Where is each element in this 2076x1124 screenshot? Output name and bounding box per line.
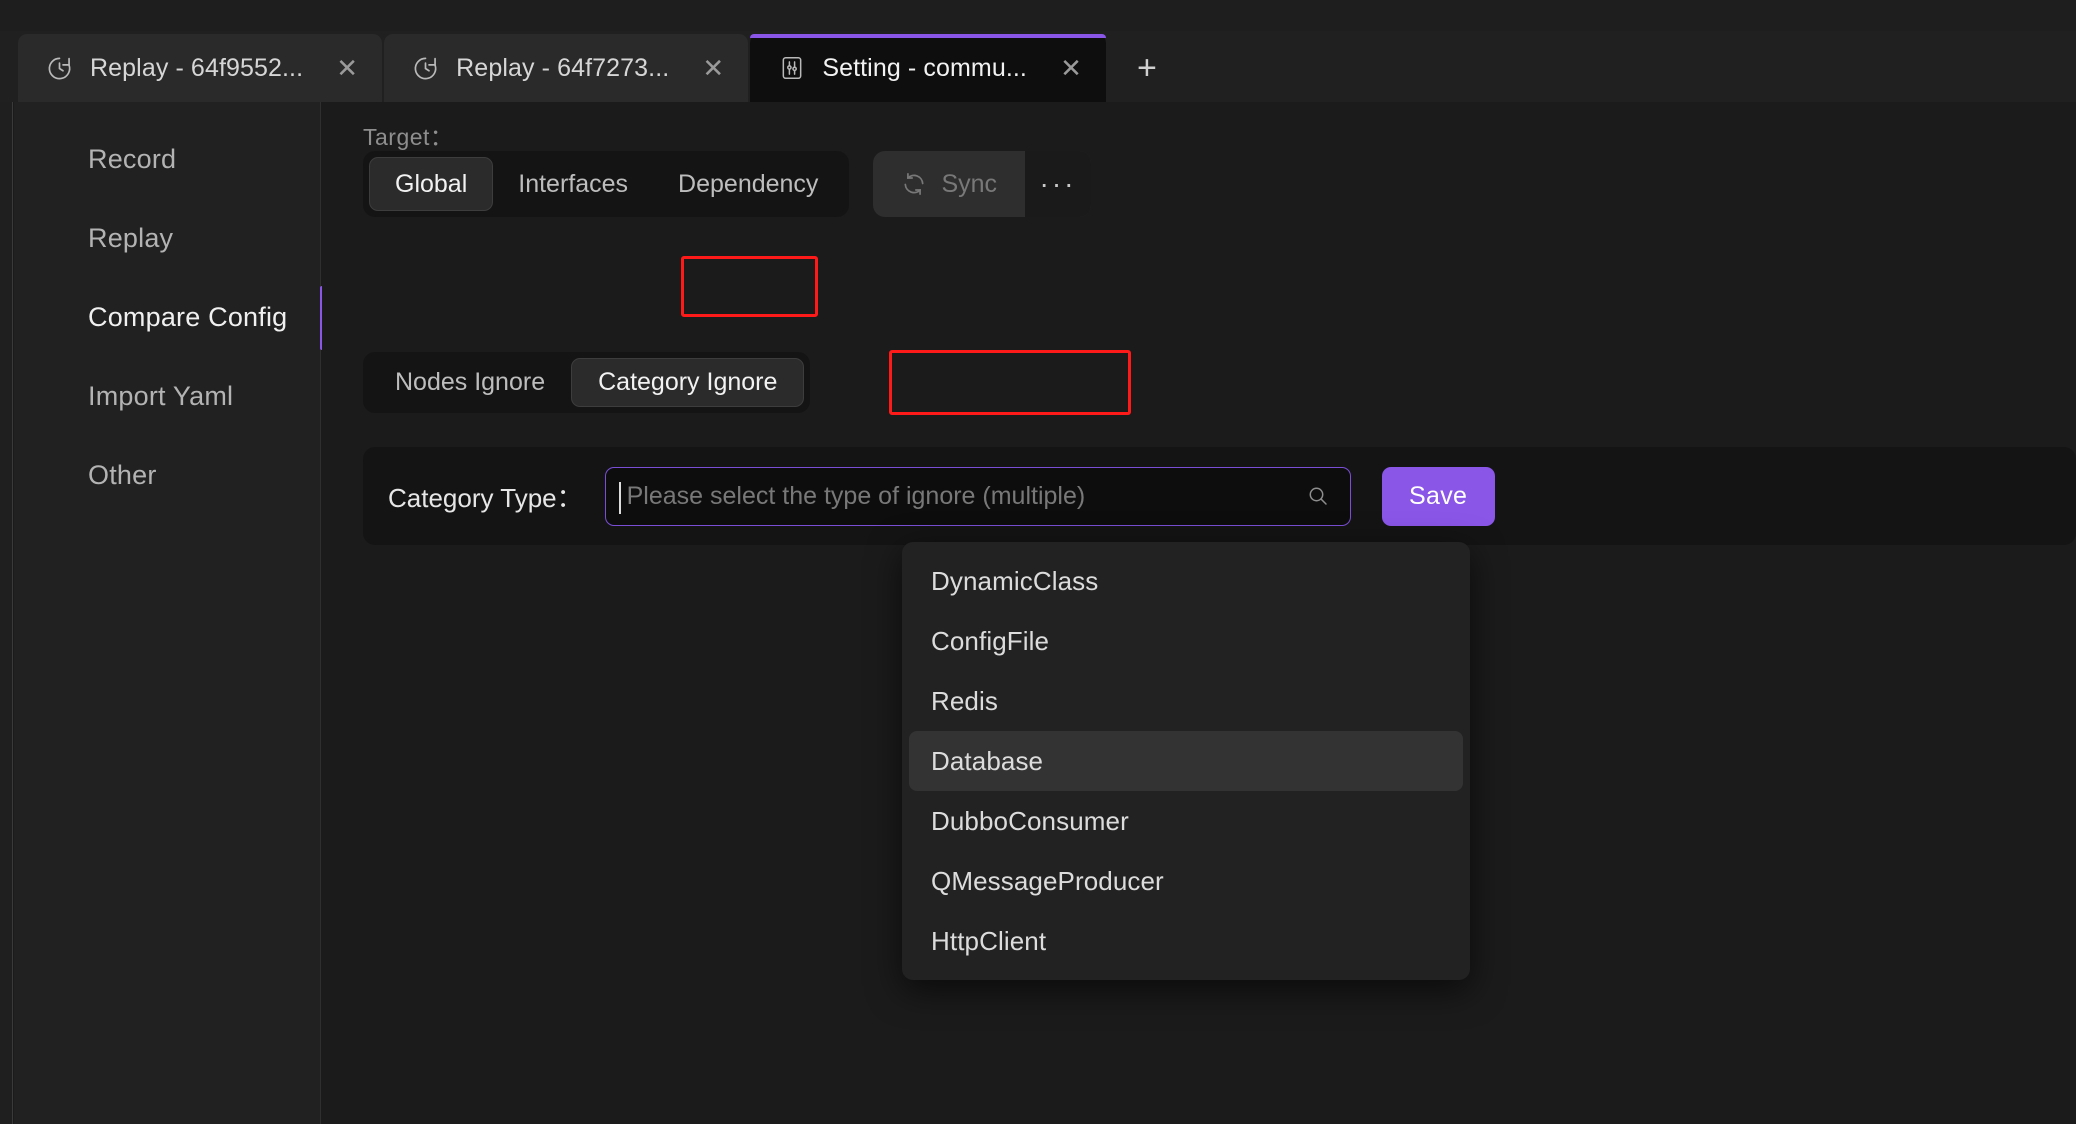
tab-dependency[interactable]: Dependency xyxy=(653,157,843,211)
search-icon xyxy=(1306,484,1330,508)
history-clock-icon xyxy=(412,55,439,82)
sync-button[interactable]: Sync xyxy=(873,151,1025,217)
sidebar-item-label: Compare Config xyxy=(88,302,288,332)
dropdown-option-configfile[interactable]: ConfigFile xyxy=(909,611,1463,671)
refresh-icon xyxy=(901,171,927,197)
sync-label: Sync xyxy=(941,169,998,198)
more-options-button[interactable]: ··· xyxy=(1025,151,1092,217)
sidebar-item-label: Other xyxy=(88,460,157,490)
select-placeholder: Please select the type of ignore (multip… xyxy=(626,481,1086,510)
dropdown-option-httpclient[interactable]: HttpClient xyxy=(909,911,1463,971)
dropdown-option-dubboconsumer[interactable]: DubboConsumer xyxy=(909,791,1463,851)
settings-sliders-icon xyxy=(778,55,805,82)
dropdown-option-redis[interactable]: Redis xyxy=(909,671,1463,731)
window-titlebar xyxy=(0,0,2076,31)
sidebar-item-label: Record xyxy=(88,144,177,174)
browser-tab-strip: Replay - 64f9552... ✕ Replay - 64f7273..… xyxy=(0,31,2076,102)
tab-title: Replay - 64f7273... xyxy=(456,53,670,82)
tab-category-ignore[interactable]: Category Ignore xyxy=(571,358,805,407)
dropdown-option-qmessageproducer[interactable]: QMessageProducer xyxy=(909,851,1463,911)
sidebar-item-import-yaml[interactable]: Import Yaml xyxy=(14,357,320,436)
tab-setting-active[interactable]: Setting - commu... ✕ xyxy=(750,34,1106,102)
tab-title: Setting - commu... xyxy=(822,53,1027,82)
close-icon[interactable]: ✕ xyxy=(700,55,726,81)
tab-nodes-ignore[interactable]: Nodes Ignore xyxy=(369,358,571,407)
ignore-tab-group: Nodes Ignore Category Ignore xyxy=(363,352,811,413)
annotation-highlight-global xyxy=(681,256,818,317)
app-body: Record Replay Compare Config Import Yaml… xyxy=(0,102,2076,1124)
close-icon[interactable]: ✕ xyxy=(1058,55,1084,81)
target-toolbar: Global Interfaces Dependency Sync ··· xyxy=(363,151,1092,217)
new-tab-button[interactable]: + xyxy=(1116,37,1178,99)
tab-title: Replay - 64f9552... xyxy=(90,53,304,82)
dropdown-option-database[interactable]: Database xyxy=(909,731,1463,791)
category-type-card: Category Type： Please select the type of… xyxy=(363,447,2076,545)
save-button[interactable]: Save xyxy=(1381,466,1495,526)
tab-replay-1[interactable]: Replay - 64f9552... ✕ xyxy=(18,34,383,102)
sidebar-item-label: Replay xyxy=(88,223,174,253)
tab-interfaces[interactable]: Interfaces xyxy=(493,157,653,211)
target-label: Target： xyxy=(363,124,454,150)
sync-button-group: Sync ··· xyxy=(873,151,1092,217)
sidebar-item-record[interactable]: Record xyxy=(14,120,320,199)
annotation-highlight-category-ignore xyxy=(889,350,1131,415)
dropdown-option-dynamicclass[interactable]: DynamicClass xyxy=(909,551,1463,611)
history-clock-icon xyxy=(46,55,73,82)
sidebar-nav: Record Replay Compare Config Import Yaml… xyxy=(14,102,325,1124)
sidebar-item-replay[interactable]: Replay xyxy=(14,199,320,278)
sidebar-item-label: Import Yaml xyxy=(88,381,234,411)
left-edge-strip xyxy=(0,102,13,1124)
sidebar-item-compare-config[interactable]: Compare Config xyxy=(14,278,325,357)
category-type-dropdown: DynamicClass ConfigFile Redis Database D… xyxy=(902,542,1470,980)
category-type-label: Category Type： xyxy=(388,482,583,513)
tab-replay-2[interactable]: Replay - 64f7273... ✕ xyxy=(384,34,749,102)
category-type-row: Category Type： Please select the type of… xyxy=(363,447,1495,545)
main-content: Target： Global Interfaces Dependency Syn… xyxy=(322,102,2076,1124)
text-caret xyxy=(618,481,621,514)
category-type-select[interactable]: Please select the type of ignore (multip… xyxy=(604,466,1351,526)
target-tab-group: Global Interfaces Dependency xyxy=(363,151,850,217)
sidebar-item-other[interactable]: Other xyxy=(14,436,320,515)
tab-global[interactable]: Global xyxy=(369,157,494,211)
application-window: Replay - 64f9552... ✕ Replay - 64f7273..… xyxy=(0,0,2076,1124)
close-icon[interactable]: ✕ xyxy=(334,55,360,81)
